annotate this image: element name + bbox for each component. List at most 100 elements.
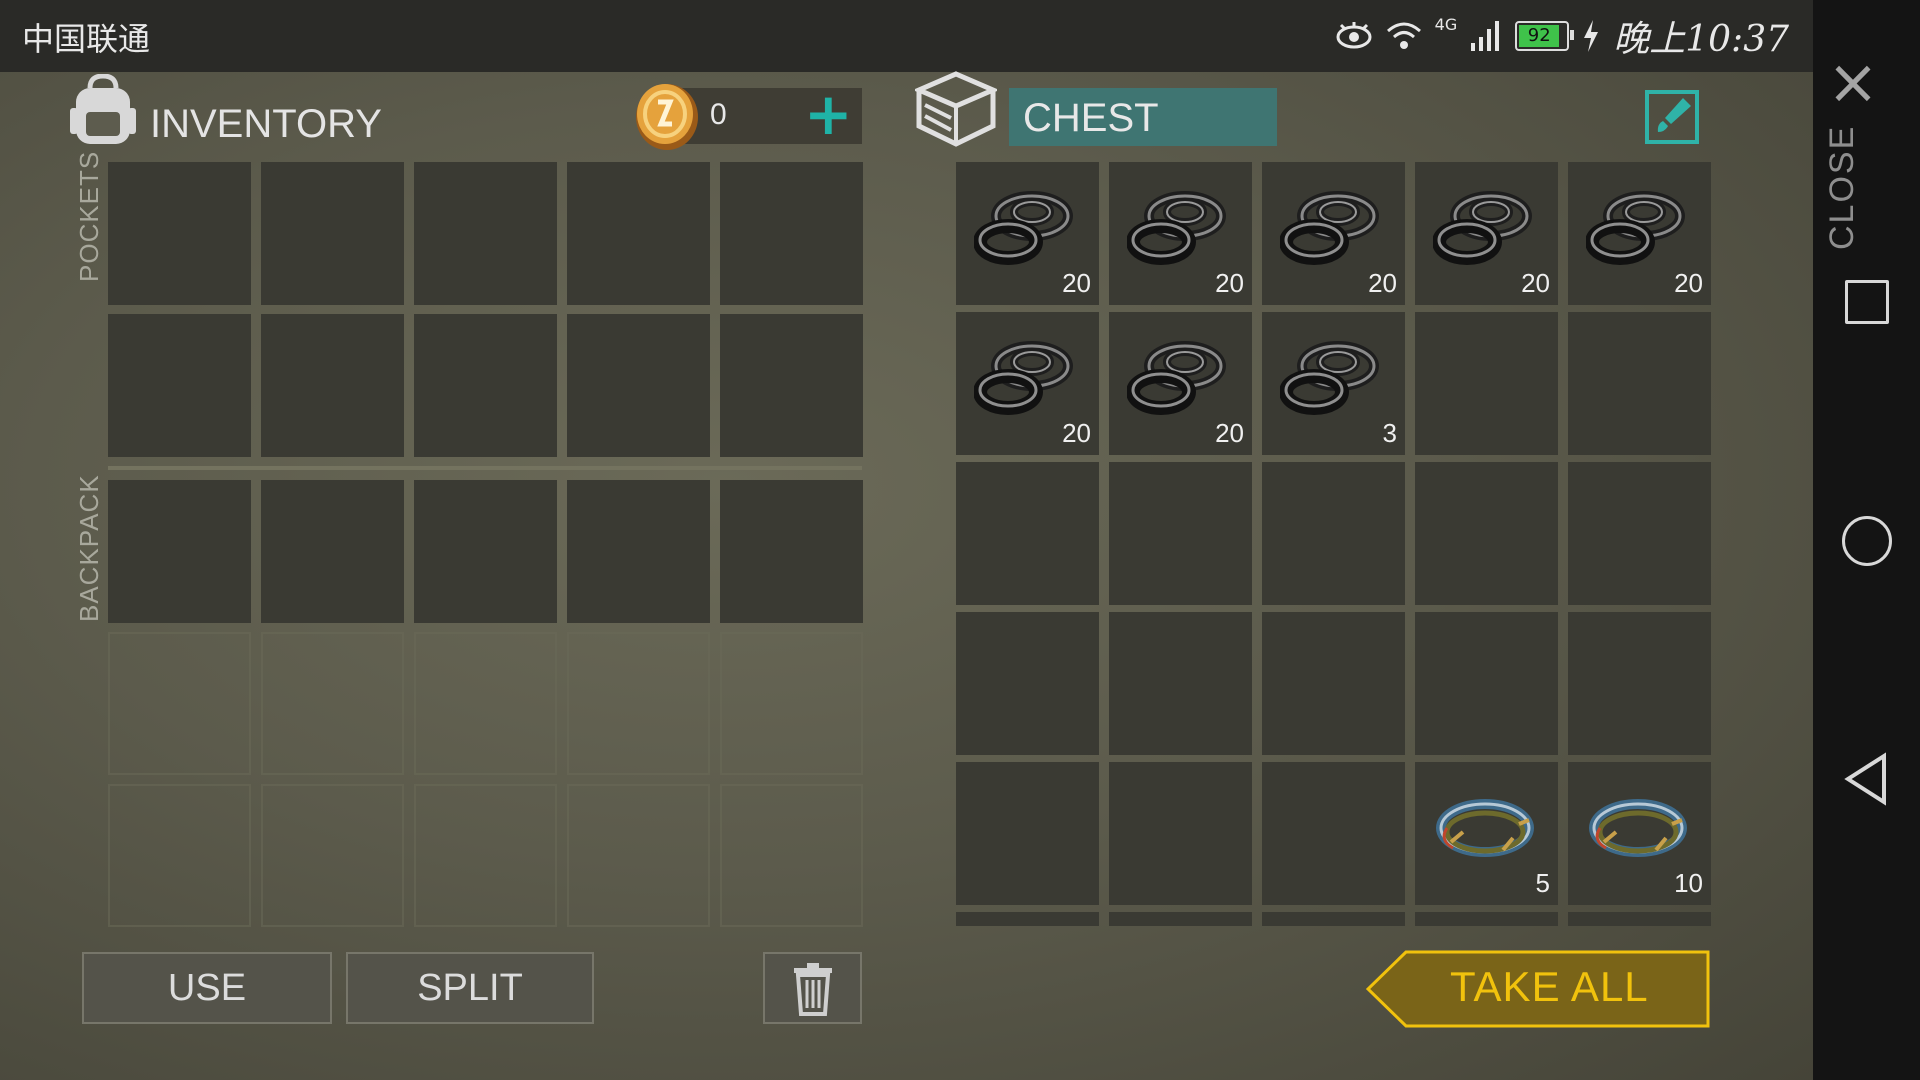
chest-slot[interactable]: [956, 762, 1099, 905]
pockets-label: POCKETS: [74, 150, 104, 282]
chest-slot-partial: [956, 912, 1099, 926]
locked-slot: [261, 784, 404, 927]
coin-icon: [636, 84, 698, 150]
trash-button[interactable]: [763, 952, 862, 1024]
chest-slot[interactable]: 20: [1109, 312, 1252, 455]
status-icons: 4G 92 晚上10:37: [1335, 12, 1789, 60]
backpack-slot[interactable]: [261, 480, 404, 623]
chest-slot[interactable]: [1109, 612, 1252, 755]
pocket-slot[interactable]: [414, 314, 557, 457]
status-bar: 中国联通 4G 92 晚上10:37: [0, 0, 1813, 72]
locked-slot: [414, 784, 557, 927]
chest-slot[interactable]: [1568, 612, 1711, 755]
pocket-slot[interactable]: [720, 314, 863, 457]
item-quantity: 20: [1215, 418, 1244, 448]
pocket-slot[interactable]: [108, 162, 251, 305]
rope-icon: [1280, 341, 1379, 415]
locked-slot: [108, 632, 251, 775]
chest-slot-partial: [1568, 912, 1711, 926]
chest-slot[interactable]: [1568, 462, 1711, 605]
chest-slot[interactable]: [1415, 462, 1558, 605]
add-coins-button[interactable]: +: [804, 85, 853, 144]
pocket-slot[interactable]: [567, 162, 710, 305]
signal-icon: [1471, 21, 1500, 51]
back-button[interactable]: [1842, 752, 1890, 806]
locked-slot: [567, 632, 710, 775]
trash-icon: [793, 963, 832, 1016]
chest-slot-partial: [1415, 912, 1558, 926]
pocket-slot[interactable]: [261, 314, 404, 457]
pocket-slot[interactable]: [720, 162, 863, 305]
chest-slot[interactable]: 10: [1568, 762, 1711, 905]
rope-icon: [974, 341, 1073, 415]
rope-icon: [1586, 191, 1685, 265]
backpack-slot[interactable]: [414, 480, 557, 623]
carrier-name: 中国联通: [22, 20, 151, 58]
pocket-slot[interactable]: [261, 162, 404, 305]
chest-slot[interactable]: [1415, 312, 1558, 455]
locked-slot: [720, 784, 863, 927]
locked-slot: [567, 784, 710, 927]
brush-icon: [1657, 98, 1691, 132]
pocket-slot[interactable]: [108, 314, 251, 457]
item-quantity: 20: [1062, 268, 1091, 298]
chest-slot[interactable]: [1568, 312, 1711, 455]
use-button[interactable]: USE: [82, 952, 332, 1024]
item-quantity: 20: [1062, 418, 1091, 448]
rope-icon: [1433, 191, 1532, 265]
chest-slot[interactable]: [1262, 612, 1405, 755]
chest-slot[interactable]: [1415, 612, 1558, 755]
chest-slot[interactable]: 20: [1262, 162, 1405, 305]
battery-icon: 92: [1515, 21, 1575, 51]
backpack-label: BACKPACK: [74, 474, 104, 622]
wifi-icon: [1386, 22, 1421, 49]
backpack-slot[interactable]: [108, 480, 251, 623]
take-all-button[interactable]: TAKE ALL: [1366, 950, 1710, 1028]
locked-slot: [108, 784, 251, 927]
chest-slot-partial: [1109, 912, 1252, 926]
locked-slot: [261, 632, 404, 775]
item-quantity: 20: [1215, 268, 1244, 298]
item-quantity: 10: [1674, 868, 1703, 898]
chest-slot[interactable]: [1262, 462, 1405, 605]
inventory-title: INVENTORY: [150, 102, 382, 146]
split-button[interactable]: SPLIT: [346, 952, 594, 1024]
chest-slot[interactable]: 20: [956, 312, 1099, 455]
rope-icon: [1280, 191, 1379, 265]
wire-coil-icon: [1589, 799, 1687, 857]
home-button[interactable]: [1842, 516, 1892, 566]
chest-slot[interactable]: 3: [1262, 312, 1405, 455]
rope-icon: [1127, 341, 1226, 415]
chest-slot[interactable]: [1109, 462, 1252, 605]
close-button[interactable]: ×: [1823, 51, 1883, 113]
pocket-slot[interactable]: [414, 162, 557, 305]
close-label: CLOSE: [1823, 124, 1861, 250]
chest-slot[interactable]: 20: [956, 162, 1099, 305]
chest-slot[interactable]: 20: [1109, 162, 1252, 305]
chest-slot[interactable]: [956, 612, 1099, 755]
locked-slot: [720, 632, 863, 775]
rope-icon: [974, 191, 1073, 265]
eye-icon: [1336, 22, 1372, 49]
network-type: 4G: [1434, 14, 1458, 34]
recents-button[interactable]: [1845, 280, 1889, 324]
rename-chest-button[interactable]: [1645, 90, 1699, 144]
chest-slot[interactable]: 20: [1415, 162, 1558, 305]
coin-count: 0: [710, 98, 727, 131]
chest-slot[interactable]: [956, 462, 1099, 605]
item-quantity: 3: [1382, 418, 1397, 448]
backpack-slot[interactable]: [720, 480, 863, 623]
chest-slot-partial: [1262, 912, 1405, 926]
chest-icon: [915, 71, 997, 147]
chest-title-box: CHEST: [1009, 88, 1277, 146]
battery-level: 92: [1519, 25, 1560, 47]
chest-slot[interactable]: 5: [1415, 762, 1558, 905]
chest-slot[interactable]: [1262, 762, 1405, 905]
chest-slot[interactable]: 20: [1568, 162, 1711, 305]
pocket-slot[interactable]: [567, 314, 710, 457]
backpack-slot[interactable]: [567, 480, 710, 623]
item-quantity: 5: [1535, 868, 1550, 898]
item-quantity: 20: [1521, 268, 1550, 298]
chest-slot[interactable]: [1109, 762, 1252, 905]
take-all-label: TAKE ALL: [1450, 963, 1649, 1010]
